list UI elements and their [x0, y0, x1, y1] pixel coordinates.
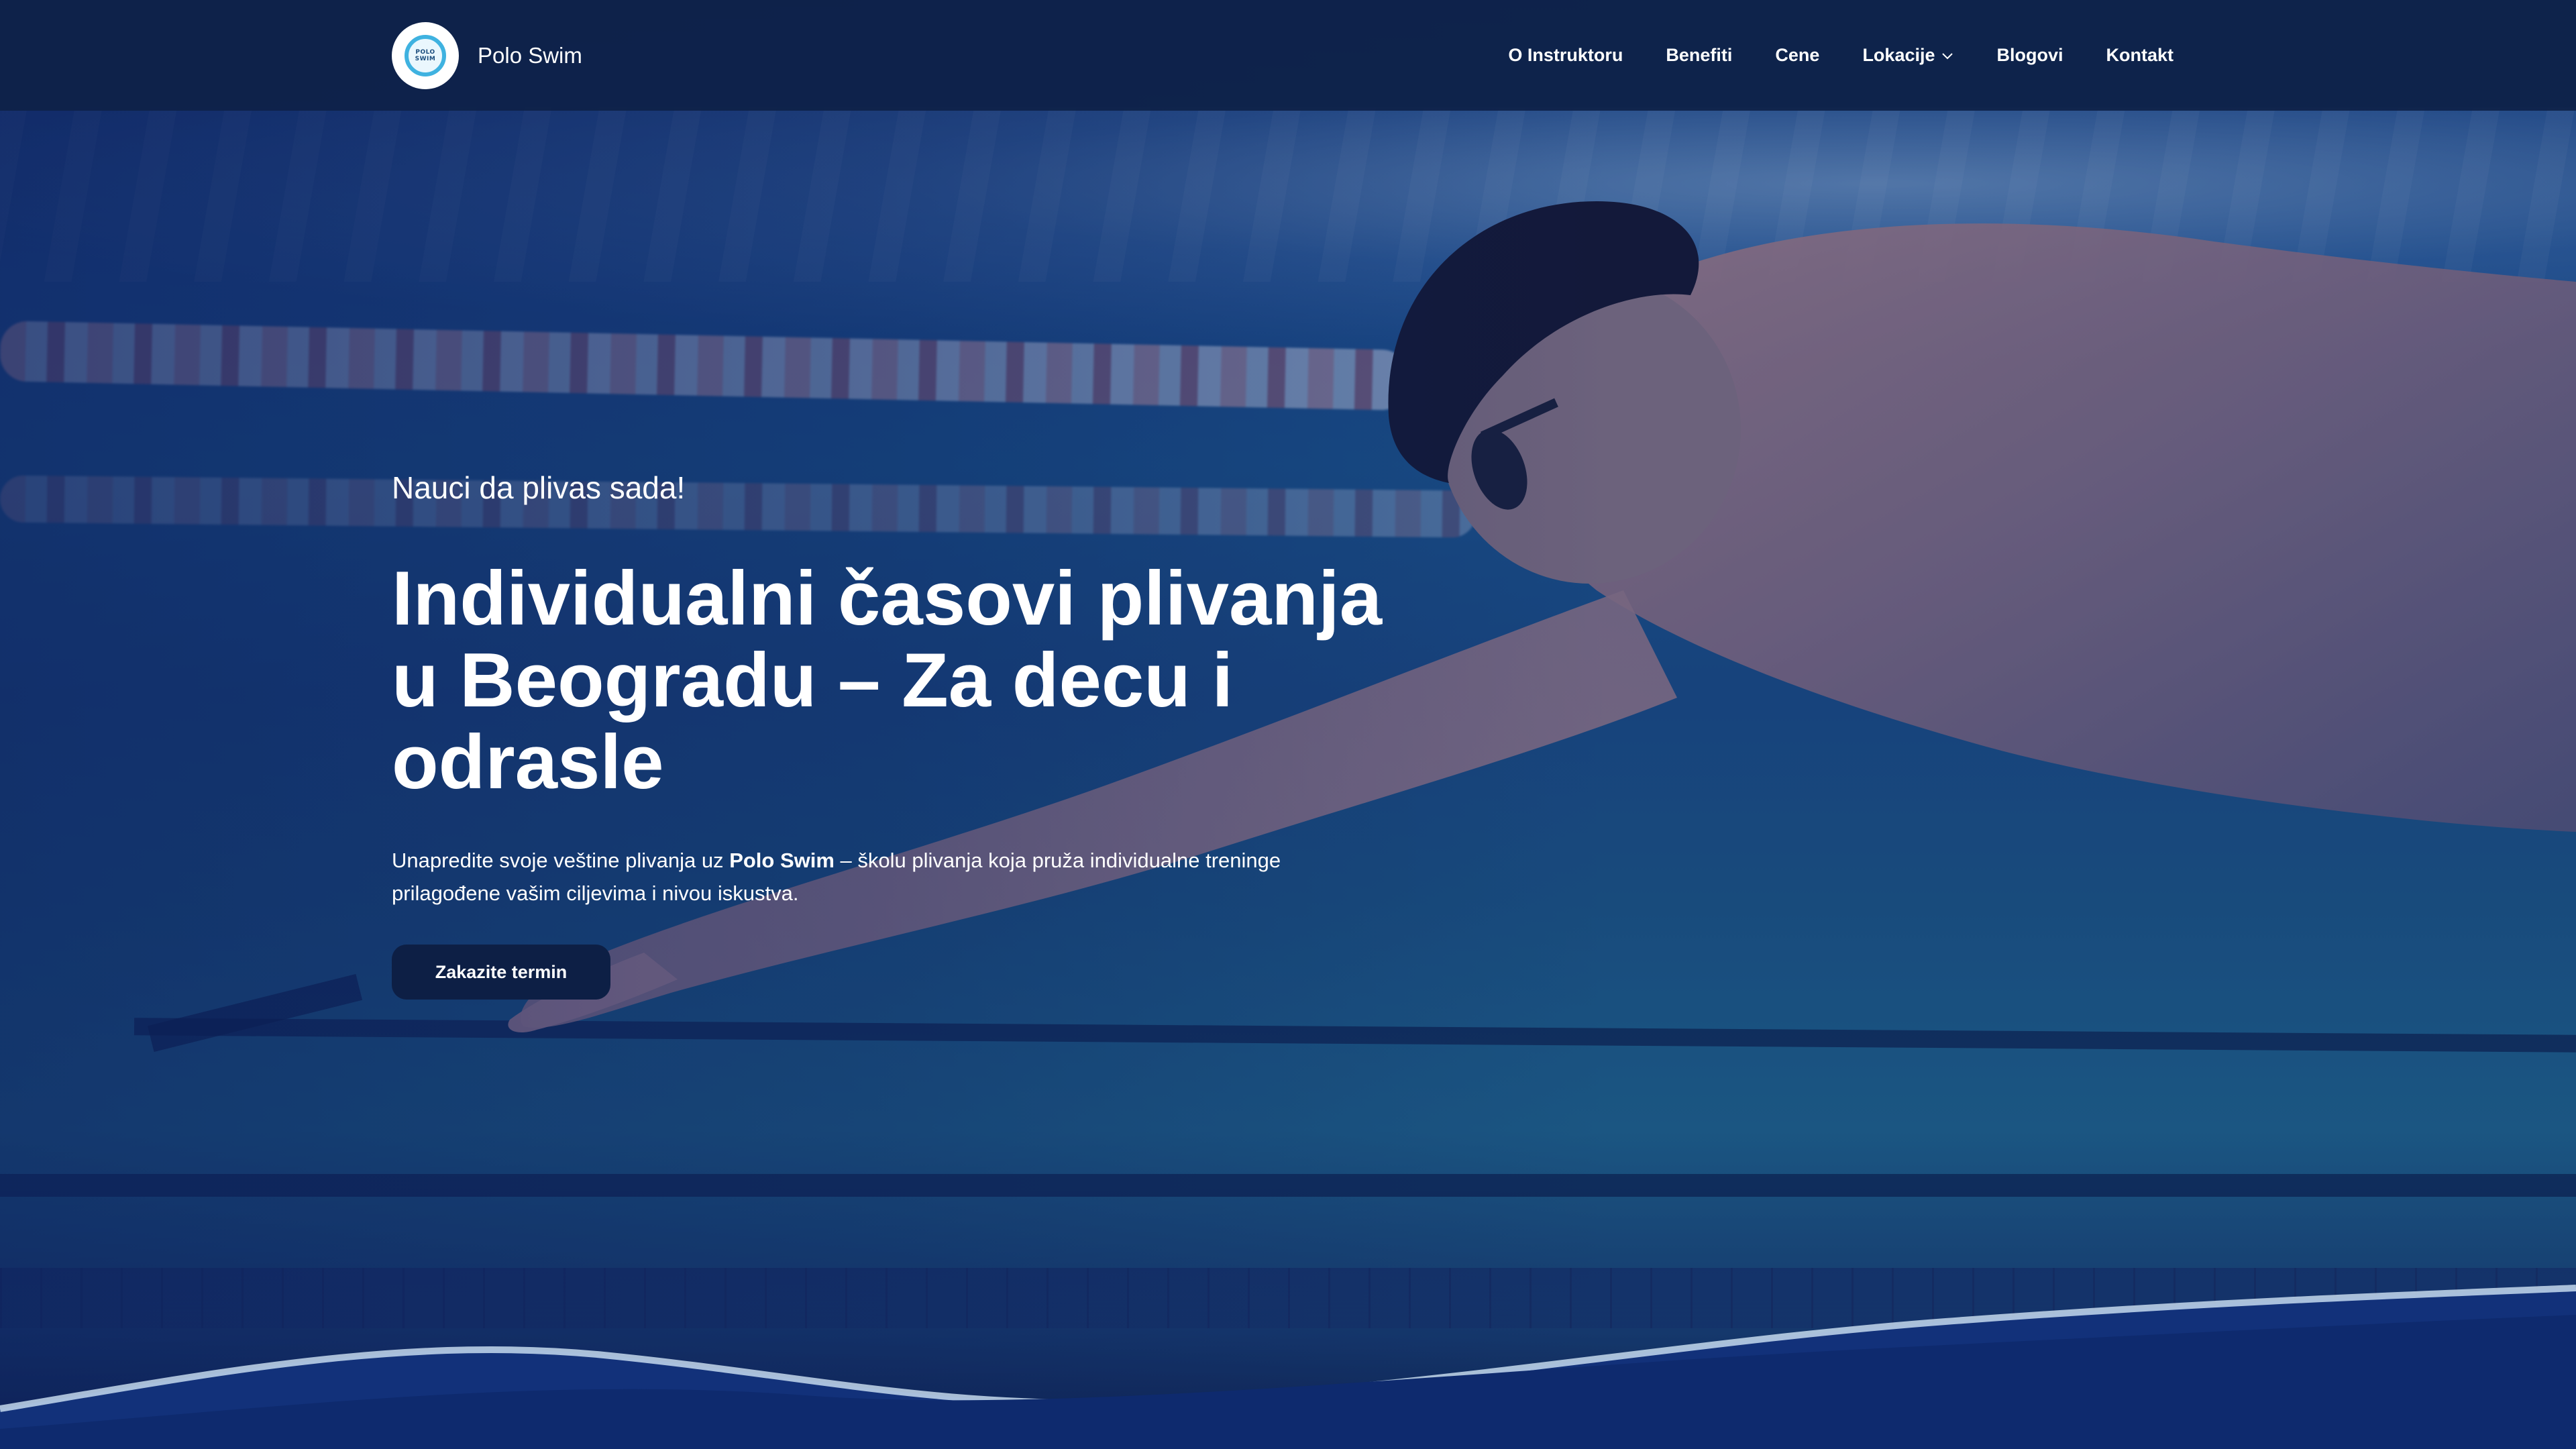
nav-item-o-instruktoru[interactable]: O Instruktoru [1508, 45, 1623, 66]
nav-item-label: Cene [1775, 45, 1820, 65]
nav-item-label: Kontakt [2106, 45, 2174, 65]
chevron-down-icon [1941, 52, 1953, 59]
nav-item-label: Blogovi [1996, 45, 2063, 65]
hero-lead: Unapredite svoje veštine plivanja uz Pol… [392, 844, 1385, 910]
logo-badge: POLO SWIM [405, 34, 446, 76]
nav-menu: O Instruktoru Benefiti Cene Lokacije Blo… [1508, 45, 2174, 66]
nav-item-benefiti[interactable]: Benefiti [1666, 45, 1732, 66]
logo-text-top: POLO [415, 48, 435, 56]
water-wave-decoration [0, 1285, 2576, 1449]
logo-text-bottom: SWIM [415, 55, 436, 62]
nav-item-label: O Instruktoru [1508, 45, 1623, 65]
hero-eyebrow: Nauci da plivas sada! [392, 470, 686, 505]
hero-content: Nauci da plivas sada! Individualni časov… [392, 470, 1465, 1000]
hero-headline: Individualni časovi plivanja u Beogradu … [392, 556, 1383, 805]
nav-item-lokacije-dropdown[interactable]: Lokacije [1862, 45, 1953, 66]
nav-item-blogovi[interactable]: Blogovi [1997, 45, 2063, 66]
book-appointment-button[interactable]: Zakazite termin [392, 945, 610, 1000]
logo: POLO SWIM [392, 21, 459, 89]
nav-item-cene[interactable]: Cene [1775, 45, 1819, 66]
lead-brand-name: Polo Swim [729, 849, 835, 872]
nav-item-label: Benefiti [1666, 45, 1733, 65]
navbar: POLO SWIM Polo Swim O Instruktoru Benefi… [0, 0, 2576, 111]
brand-link[interactable]: POLO SWIM Polo Swim [392, 21, 582, 89]
nav-item-label: Lokacije [1862, 45, 1935, 65]
brand-name: Polo Swim [478, 42, 582, 68]
nav-item-kontakt[interactable]: Kontakt [2106, 45, 2174, 66]
lead-text-before: Unapredite svoje veštine plivanja uz [392, 849, 730, 872]
